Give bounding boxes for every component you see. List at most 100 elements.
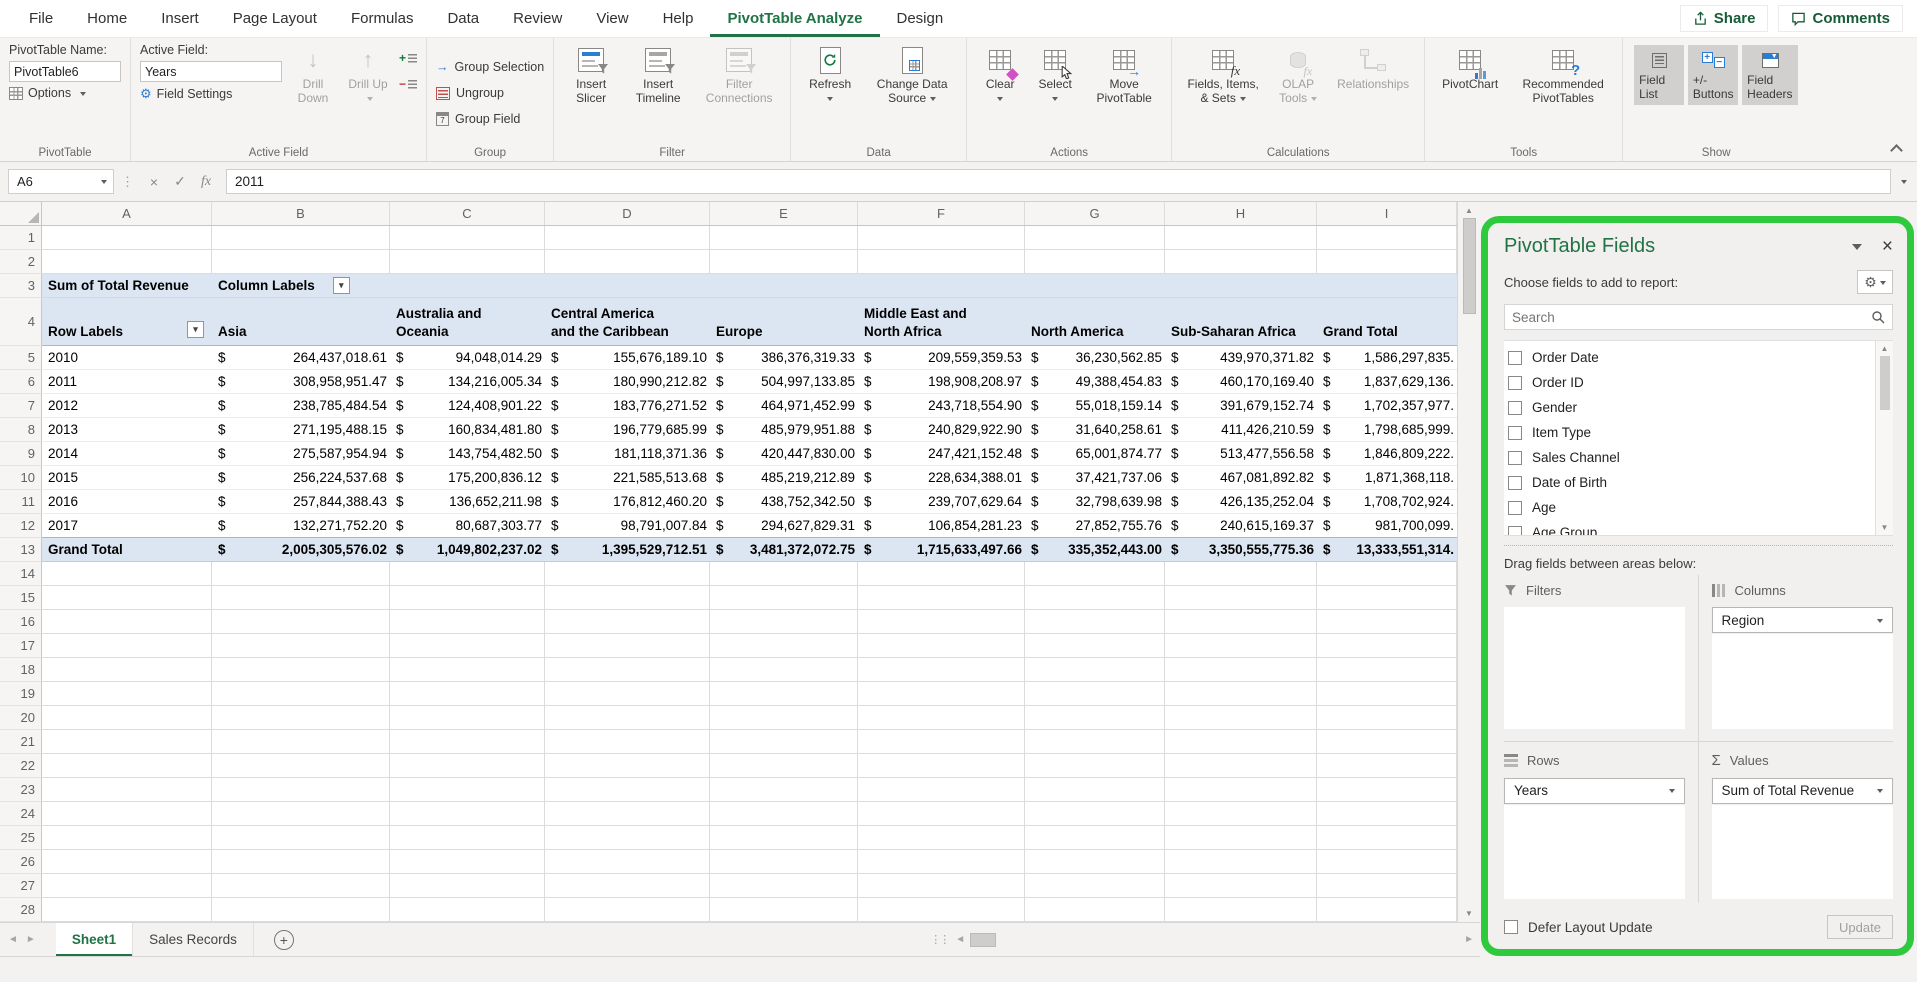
close-icon[interactable]: × bbox=[1882, 237, 1893, 256]
scroll-down-icon[interactable]: ▼ bbox=[1881, 523, 1889, 532]
expand-formula-bar-icon[interactable] bbox=[1901, 180, 1907, 187]
cell-A13[interactable]: Grand Total bbox=[42, 538, 212, 562]
cell-B19[interactable] bbox=[212, 682, 390, 706]
splitter-dots-icon[interactable]: ⋮⋮ bbox=[930, 933, 948, 946]
name-box[interactable]: A6 bbox=[8, 169, 114, 194]
pane-options-icon[interactable] bbox=[1852, 244, 1862, 253]
cell-C1[interactable] bbox=[390, 226, 545, 250]
insert-slicer-button[interactable]: Insert Slicer bbox=[563, 43, 619, 108]
cell-C2[interactable] bbox=[390, 250, 545, 274]
cell-E25[interactable] bbox=[710, 826, 858, 850]
checkbox-date-of-birth[interactable] bbox=[1508, 476, 1522, 490]
select-all-corner[interactable] bbox=[0, 202, 42, 225]
cell-A25[interactable] bbox=[42, 826, 212, 850]
cell-B15[interactable] bbox=[212, 586, 390, 610]
column-header-F[interactable]: F bbox=[858, 202, 1025, 225]
cell-D18[interactable] bbox=[545, 658, 710, 682]
cell-G3[interactable] bbox=[1025, 274, 1165, 298]
scrollbar-thumb[interactable] bbox=[1880, 356, 1890, 410]
row-header-6[interactable]: 6 bbox=[0, 370, 42, 394]
cell-G23[interactable] bbox=[1025, 778, 1165, 802]
menu-tab-page-layout[interactable]: Page Layout bbox=[216, 0, 334, 37]
row-header-4[interactable]: 4 bbox=[0, 298, 42, 346]
cell-E15[interactable] bbox=[710, 586, 858, 610]
cell-E17[interactable] bbox=[710, 634, 858, 658]
scroll-right-icon[interactable]: ► bbox=[1460, 934, 1478, 945]
cell-H8[interactable]: $411,426,210.59 bbox=[1165, 418, 1317, 442]
row-header-22[interactable]: 22 bbox=[0, 754, 42, 778]
cell-C10[interactable]: $175,200,836.12 bbox=[390, 466, 545, 490]
cell-I10[interactable]: $1,871,368,118. bbox=[1317, 466, 1457, 490]
cell-I25[interactable] bbox=[1317, 826, 1457, 850]
cell-F20[interactable] bbox=[858, 706, 1025, 730]
menu-tab-formulas[interactable]: Formulas bbox=[334, 0, 431, 37]
field-pill-region[interactable]: Region bbox=[1712, 607, 1894, 633]
cell-A20[interactable] bbox=[42, 706, 212, 730]
cell-I19[interactable] bbox=[1317, 682, 1457, 706]
cell-A9[interactable]: 2014 bbox=[42, 442, 212, 466]
cell-F24[interactable] bbox=[858, 802, 1025, 826]
row-header-1[interactable]: 1 bbox=[0, 226, 42, 250]
cell-E12[interactable]: $294,627,829.31 bbox=[710, 514, 858, 538]
cell-A27[interactable] bbox=[42, 874, 212, 898]
olap-tools-button[interactable]: fx OLAP Tools bbox=[1272, 43, 1324, 108]
cell-I11[interactable]: $1,708,702,924. bbox=[1317, 490, 1457, 514]
field-item-item-type[interactable]: Item Type bbox=[1508, 420, 1875, 445]
cell-C14[interactable] bbox=[390, 562, 545, 586]
cell-A15[interactable] bbox=[42, 586, 212, 610]
cell-B9[interactable]: $275,587,954.94 bbox=[212, 442, 390, 466]
cell-E18[interactable] bbox=[710, 658, 858, 682]
cell-A24[interactable] bbox=[42, 802, 212, 826]
column-header-E[interactable]: E bbox=[710, 202, 858, 225]
cell-H20[interactable] bbox=[1165, 706, 1317, 730]
cell-F8[interactable]: $240,829,922.90 bbox=[858, 418, 1025, 442]
checkbox-gender[interactable] bbox=[1508, 401, 1522, 415]
column-header-I[interactable]: I bbox=[1317, 202, 1457, 225]
cell-B28[interactable] bbox=[212, 898, 390, 922]
filter-connections-button[interactable]: Filter Connections bbox=[697, 43, 781, 108]
cell-A23[interactable] bbox=[42, 778, 212, 802]
cell-B21[interactable] bbox=[212, 730, 390, 754]
cell-G4[interactable]: North America bbox=[1025, 298, 1165, 346]
checkbox-age-group[interactable] bbox=[1508, 526, 1522, 536]
cell-E28[interactable] bbox=[710, 898, 858, 922]
cell-B5[interactable]: $264,437,018.61 bbox=[212, 346, 390, 370]
cell-I23[interactable] bbox=[1317, 778, 1457, 802]
cell-C17[interactable] bbox=[390, 634, 545, 658]
cell-F25[interactable] bbox=[858, 826, 1025, 850]
cell-I8[interactable]: $1,798,685,999. bbox=[1317, 418, 1457, 442]
cell-B13[interactable]: $2,005,305,576.02 bbox=[212, 538, 390, 562]
scroll-down-icon[interactable]: ▼ bbox=[1465, 909, 1473, 922]
cell-E27[interactable] bbox=[710, 874, 858, 898]
ungroup-button[interactable]: Ungroup bbox=[436, 81, 504, 106]
cell-C3[interactable] bbox=[390, 274, 545, 298]
row-header-16[interactable]: 16 bbox=[0, 610, 42, 634]
cell-G22[interactable] bbox=[1025, 754, 1165, 778]
cell-H2[interactable] bbox=[1165, 250, 1317, 274]
menu-tab-design[interactable]: Design bbox=[880, 0, 961, 37]
group-field-button[interactable]: 7 Group Field bbox=[436, 107, 520, 132]
cell-H13[interactable]: $3,350,555,775.36 bbox=[1165, 538, 1317, 562]
cell-B20[interactable] bbox=[212, 706, 390, 730]
fields-items-sets-button[interactable]: fx Fields, Items, & Sets bbox=[1181, 43, 1265, 108]
cell-G16[interactable] bbox=[1025, 610, 1165, 634]
menu-tab-review[interactable]: Review bbox=[496, 0, 579, 37]
cell-H24[interactable] bbox=[1165, 802, 1317, 826]
cell-I15[interactable] bbox=[1317, 586, 1457, 610]
cell-B2[interactable] bbox=[212, 250, 390, 274]
cell-D16[interactable] bbox=[545, 610, 710, 634]
cell-A1[interactable] bbox=[42, 226, 212, 250]
horizontal-scrollbar-track[interactable] bbox=[998, 933, 1460, 947]
menu-tab-home[interactable]: Home bbox=[70, 0, 144, 37]
cell-B11[interactable]: $257,844,388.43 bbox=[212, 490, 390, 514]
cell-E1[interactable] bbox=[710, 226, 858, 250]
cell-B4[interactable]: Asia bbox=[212, 298, 390, 346]
cell-D2[interactable] bbox=[545, 250, 710, 274]
cell-C20[interactable] bbox=[390, 706, 545, 730]
cell-C27[interactable] bbox=[390, 874, 545, 898]
cell-F17[interactable] bbox=[858, 634, 1025, 658]
cell-C23[interactable] bbox=[390, 778, 545, 802]
row-header-23[interactable]: 23 bbox=[0, 778, 42, 802]
cell-F1[interactable] bbox=[858, 226, 1025, 250]
cell-A6[interactable]: 2011 bbox=[42, 370, 212, 394]
